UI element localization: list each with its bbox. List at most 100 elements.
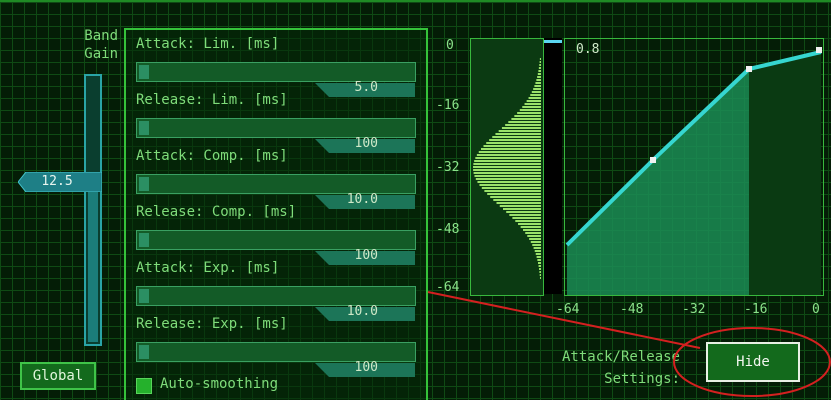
- histogram-bar: [508, 121, 541, 123]
- dynamics-panel: Band Gain 12.5 Global Attack: Lim. [ms] …: [0, 0, 831, 400]
- histogram-bar: [524, 103, 541, 105]
- auto-smoothing-checkbox[interactable]: [136, 378, 152, 394]
- histogram-bar: [539, 274, 541, 276]
- annotation-line: [427, 291, 701, 349]
- band-gain-handle[interactable]: 12.5: [18, 172, 102, 192]
- slider-thumb[interactable]: [139, 177, 149, 191]
- histogram-bar: [533, 247, 541, 249]
- histogram-bar: [487, 193, 541, 195]
- slider-track[interactable]: [136, 342, 416, 377]
- histogram-bar: [537, 73, 541, 75]
- x-tick-label: -64: [556, 302, 580, 317]
- time-constants-panel: Attack: Lim. [ms] 5.0 Release: Lim. [ms]…: [124, 28, 428, 400]
- histogram-bar: [495, 133, 541, 135]
- histogram-bar: [520, 226, 541, 228]
- global-button[interactable]: Global: [20, 362, 96, 390]
- band-gain-value: 12.5: [41, 174, 73, 189]
- slider-label: Release: Lim. [ms]: [136, 92, 288, 108]
- band-gain-label-2: Gain: [84, 46, 118, 62]
- histogram-bar: [478, 151, 541, 153]
- histogram-bar: [473, 166, 541, 168]
- histogram-bar: [534, 250, 541, 252]
- histogram-bar: [473, 163, 541, 165]
- histogram-bar: [480, 148, 541, 150]
- histogram-bar: [474, 175, 541, 177]
- slider-thumb[interactable]: [139, 121, 149, 135]
- curve-node[interactable]: [650, 157, 656, 163]
- histogram-bar: [538, 67, 541, 69]
- level-histogram: [470, 38, 544, 296]
- histogram-bar: [536, 256, 541, 258]
- slider-track[interactable]: [136, 230, 416, 265]
- histogram-bar: [506, 211, 541, 213]
- histogram-bar: [490, 196, 541, 198]
- curve-node[interactable]: [746, 66, 752, 72]
- histogram-bar: [511, 118, 541, 120]
- histogram-bar: [475, 157, 541, 159]
- histogram-bar: [539, 61, 541, 63]
- slider-thumb[interactable]: [139, 289, 149, 303]
- band-gain-slider[interactable]: [84, 74, 102, 346]
- y-tick-label: -16: [436, 98, 460, 113]
- x-tick-label: 0: [812, 302, 820, 317]
- histogram-bar: [530, 241, 541, 243]
- hide-button[interactable]: Hide: [706, 342, 800, 382]
- histogram-bar: [538, 265, 541, 267]
- histogram-bar: [514, 115, 541, 117]
- histogram-bar: [539, 277, 541, 279]
- auto-smoothing-label: Auto-smoothing: [160, 376, 279, 392]
- histogram-bar: [526, 100, 541, 102]
- histogram-bar: [499, 205, 541, 207]
- histogram-bar: [539, 58, 541, 60]
- band-gain-fill: [88, 183, 98, 342]
- x-tick-label: -32: [682, 302, 706, 317]
- histogram-bar: [505, 124, 541, 126]
- slider-release-comp: Release: Comp. [ms] 100: [126, 204, 426, 265]
- slider-track[interactable]: [136, 62, 416, 97]
- histogram-bar: [531, 91, 541, 93]
- slider-thumb[interactable]: [139, 233, 149, 247]
- slider-track[interactable]: [136, 118, 416, 153]
- slider-track[interactable]: [136, 286, 416, 321]
- histogram-bar: [523, 229, 541, 231]
- slider-thumb[interactable]: [139, 65, 149, 79]
- histogram-bar: [538, 262, 541, 264]
- band-gain-label-1: Band: [84, 28, 118, 44]
- histogram-bar: [481, 187, 541, 189]
- histogram-bar: [475, 178, 541, 180]
- slider-label: Release: Comp. [ms]: [136, 204, 297, 220]
- histogram-bar: [522, 106, 541, 108]
- histogram-bar: [477, 181, 541, 183]
- histogram-bar: [533, 88, 541, 90]
- slider-attack-lim: Attack: Lim. [ms] 5.0: [126, 36, 426, 97]
- histogram-bar: [492, 136, 541, 138]
- histogram-bar: [474, 160, 541, 162]
- transfer-curve-graph[interactable]: [564, 38, 824, 296]
- histogram-bar: [483, 145, 541, 147]
- histogram-bar: [476, 154, 541, 156]
- slider-label: Attack: Lim. [ms]: [136, 36, 280, 52]
- histogram-bar: [473, 169, 541, 171]
- y-tick-label: -64: [436, 280, 460, 295]
- histogram-bar: [525, 232, 541, 234]
- slider-attack-exp: Attack: Exp. [ms] 10.0: [126, 260, 426, 321]
- transfer-curve: [565, 47, 822, 295]
- attack-release-line2: Settings:: [604, 371, 680, 387]
- histogram-bar: [528, 97, 541, 99]
- histogram-bar: [496, 202, 541, 204]
- slider-track[interactable]: [136, 174, 416, 209]
- histogram-bar: [539, 271, 541, 273]
- histogram-bar: [535, 82, 541, 84]
- histogram-bar: [534, 85, 541, 87]
- slider-label: Attack: Comp. [ms]: [136, 148, 288, 164]
- histogram-bar: [501, 127, 541, 129]
- slider-attack-comp: Attack: Comp. [ms] 10.0: [126, 148, 426, 209]
- histogram-bar: [530, 94, 541, 96]
- slider-thumb[interactable]: [139, 345, 149, 359]
- histogram-bar: [503, 208, 541, 210]
- histogram-bar: [537, 76, 541, 78]
- curve-node[interactable]: [816, 47, 822, 53]
- x-tick-label: -48: [620, 302, 644, 317]
- slider-value: 100: [354, 360, 378, 375]
- histogram-bar: [484, 190, 541, 192]
